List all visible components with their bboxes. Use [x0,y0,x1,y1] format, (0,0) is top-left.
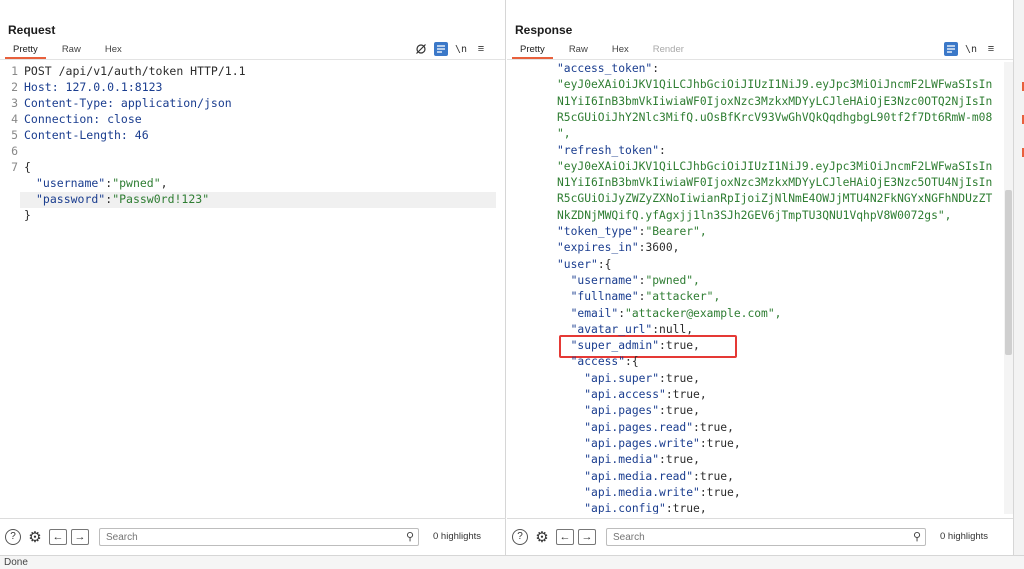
newline-icon[interactable]: \n [964,42,978,56]
response-line: "email":"attacker@example.com", [570,306,782,320]
body-password-line: "password":"Passw0rd!123" [36,192,210,206]
response-toolbar: \n ≡ [944,42,998,56]
request-search-input[interactable] [100,529,390,545]
response-search-field[interactable]: ⚲ [606,527,926,546]
response-line: "expires_in":3600, [557,241,680,255]
request-header-line: Host: 127.0.0.1:8123 [24,80,163,94]
line-number: 1 [11,64,18,78]
response-scrollbar[interactable] [1004,62,1013,514]
response-pane: Response Pretty Raw Hex Render \n ≡ "acc… [507,0,1013,555]
response-line: N1YiI6InB3bmVkIiwiaWF0IjoxNzc3MzkxMDYyLC… [557,94,993,108]
back-arrow-icon[interactable]: ← [556,528,574,545]
newline-icon[interactable]: \n [454,42,468,56]
request-header-line: Connection: close [24,112,142,126]
response-line: "super_admin":true, [570,339,700,353]
response-editor[interactable]: "access_token": "eyJ0eXAiOiJKV1QiLCJhbGci… [507,62,1003,514]
request-tab-hex[interactable]: Hex [97,42,130,59]
response-line: "api.media.read":true, [584,469,734,483]
response-footer: ? ⚙ ← → ⚲ 0 highlights [507,518,1013,554]
status-bar: Done [0,555,1024,569]
response-line: NkZDNjMWQifQ.yfAgxjj1ln3SJh2GEV6jTmpTU3Q… [557,208,952,222]
json-key: "username" [36,176,106,190]
response-tab-pretty[interactable]: Pretty [512,42,553,59]
response-tab-render[interactable]: Render [645,42,692,59]
request-pane: Request Pretty Raw Hex \n ≡ 1 2 3 4 5 6 … [0,0,506,555]
pretty-format-icon[interactable] [944,42,958,56]
response-line: "eyJ0eXAiOiJKV1QiLCJhbGciOiJIUzI1NiJ9.ey… [557,159,993,173]
help-icon[interactable]: ? [512,528,528,545]
tabs-divider [507,59,1013,60]
search-icon[interactable]: ⚲ [406,530,414,543]
body-open-brace: { [24,160,31,174]
gear-icon[interactable]: ⚙ [27,529,43,546]
json-value: "pwned" [112,176,161,190]
help-icon[interactable]: ? [5,528,21,545]
line-number: 3 [11,96,18,110]
response-search-input[interactable] [607,529,897,545]
menu-icon[interactable]: ≡ [984,42,998,56]
response-line: "user":{ [557,257,612,271]
menu-icon[interactable]: ≡ [474,42,488,56]
request-toolbar: \n ≡ [414,42,488,56]
request-tab-pretty[interactable]: Pretty [5,42,46,59]
response-line: "refresh_token": [557,143,666,157]
request-header-line: Content-Length: 46 [24,128,149,142]
response-line: "api.super":true, [584,371,700,385]
pretty-format-icon[interactable] [434,42,448,56]
response-tab-hex[interactable]: Hex [604,42,637,59]
response-line: "eyJ0eXAiOiJKV1QiLCJhbGciOiJIUzI1NiJ9.ey… [557,78,993,92]
response-line: "avatar_url":null, [570,322,694,336]
response-line: "api.access":true, [584,388,707,401]
response-tabs: Pretty Raw Hex Render [512,42,700,59]
highlights-count: 0 highlights [433,531,482,542]
line-number: 5 [11,128,18,142]
line-number: 2 [11,80,18,94]
response-line: ", [557,127,571,141]
forward-arrow-icon[interactable]: → [71,528,89,545]
body-close-brace: } [24,208,31,222]
request-header-line: Content-Type: application/json [24,96,232,110]
response-line: "fullname":"attacker", [570,290,721,304]
response-line: "api.media.write":true, [584,485,741,499]
json-key: "password" [36,192,106,206]
response-line: "token_type":"Bearer", [557,225,707,238]
response-title: Response [515,23,573,37]
response-line: "access_token": [557,62,660,75]
response-line: "api.media":true, [584,453,700,467]
response-line: "api.pages":true, [584,404,700,418]
highlights-count: 0 highlights [940,531,989,542]
json-value: "Passw0rd!123" [112,192,210,206]
forward-arrow-icon[interactable]: → [578,528,596,545]
response-line: "api.pages.read":true, [584,420,734,434]
request-tab-raw[interactable]: Raw [54,42,89,59]
line-number: 4 [11,112,18,126]
response-line: R5cGUiOiJyZWZyZXNoIiwianRpIjoiZjNlNmE4OW… [557,192,993,206]
line-number: 6 [11,144,18,158]
response-tab-raw[interactable]: Raw [561,42,596,59]
request-tabs: Pretty Raw Hex [5,42,138,59]
right-edge-strip [1013,0,1024,555]
hide-nonprintable-icon[interactable] [414,42,428,56]
body-username-line: "username":"pwned", [36,176,168,190]
tabs-divider [0,59,505,60]
response-line: N1YiI6InB3bmVkIiwiaWF0IjoxNzc3MzkxMDYyLC… [557,176,993,190]
response-line: R5cGUiOiJhY2Nlc3MifQ.uOsBfKrcV93VwGhVQkQ… [557,110,993,124]
scrollbar-thumb[interactable] [1005,190,1012,355]
request-search-field[interactable]: ⚲ [99,527,419,546]
response-line: "access":{ [570,355,639,369]
response-line: "api.pages.write":true, [584,436,741,450]
back-arrow-icon[interactable]: ← [49,528,67,545]
response-line: "api.config":true, [584,502,707,514]
request-title: Request [8,23,56,37]
response-line: "username":"pwned", [570,273,700,287]
request-line: POST /api/v1/auth/token HTTP/1.1 [24,64,246,78]
gear-icon[interactable]: ⚙ [534,529,550,546]
search-icon[interactable]: ⚲ [913,530,921,543]
request-editor[interactable]: 1 2 3 4 5 6 7 POST /api/v1/auth/token HT… [0,62,496,514]
request-footer: ? ⚙ ← → ⚲ 0 highlights [0,518,506,554]
line-number: 7 [11,160,18,174]
